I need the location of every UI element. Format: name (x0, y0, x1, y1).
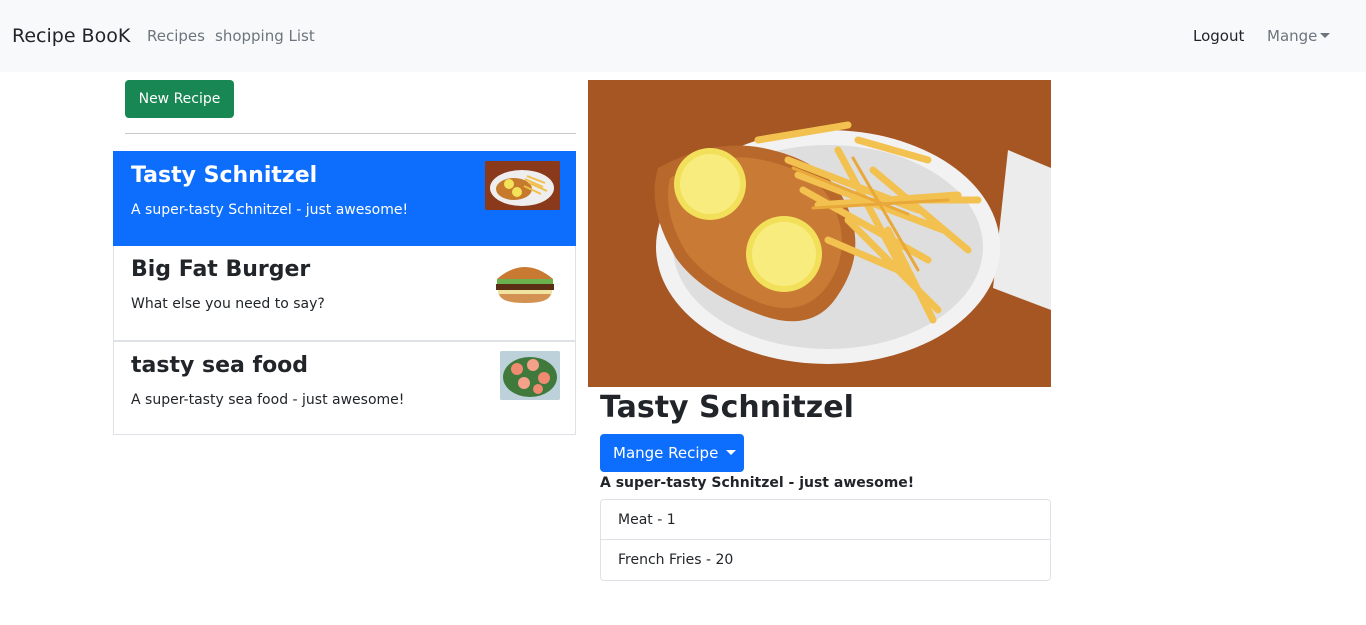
recipe-name: Big Fat Burger (131, 257, 311, 282)
caret-down-icon (1320, 33, 1331, 38)
recipe-name: tasty sea food (131, 353, 309, 378)
recipe-item-schnitzel[interactable]: Tasty Schnitzel A super-tasty Schnitzel … (113, 151, 576, 246)
recipe-detail-description: A super-tasty Schnitzel - just awesome! (600, 475, 915, 491)
recipe-item-seafood[interactable]: tasty sea food A super-tasty sea food - … (113, 341, 576, 435)
brand-link[interactable]: Recipe BooK (12, 25, 130, 47)
recipe-name: Tasty Schnitzel (131, 163, 318, 188)
schnitzel-thumbnail (485, 161, 560, 210)
nav-shopping-list[interactable]: shopping List (215, 27, 315, 45)
new-recipe-button[interactable]: New Recipe (125, 80, 234, 118)
manage-recipe-button[interactable]: Mange Recipe (600, 434, 744, 472)
manage-recipe-label: Mange Recipe (613, 444, 719, 462)
recipe-description: What else you need to say? (131, 296, 325, 312)
recipe-description: A super-tasty sea food - just awesome! (131, 392, 405, 408)
nav-recipes[interactable]: Recipes (147, 27, 205, 45)
seafood-thumbnail (500, 351, 560, 400)
manage-label: Mange (1267, 27, 1318, 45)
navbar: Recipe BooK Recipes shopping List Logout… (0, 0, 1366, 72)
ingredient-item: French Fries - 20 (600, 540, 1051, 581)
caret-down-icon (726, 450, 737, 455)
logout-link[interactable]: Logout (1193, 27, 1244, 45)
manage-dropdown[interactable]: Mange (1267, 27, 1331, 45)
recipe-image (588, 80, 1051, 387)
recipe-item-burger[interactable]: Big Fat Burger What else you need to say… (113, 246, 576, 341)
recipe-title: Tasty Schnitzel (600, 390, 854, 425)
ingredient-item: Meat - 1 (600, 499, 1051, 540)
recipe-description: A super-tasty Schnitzel - just awesome! (131, 202, 409, 218)
divider (125, 133, 576, 134)
burger-thumbnail (496, 267, 554, 303)
